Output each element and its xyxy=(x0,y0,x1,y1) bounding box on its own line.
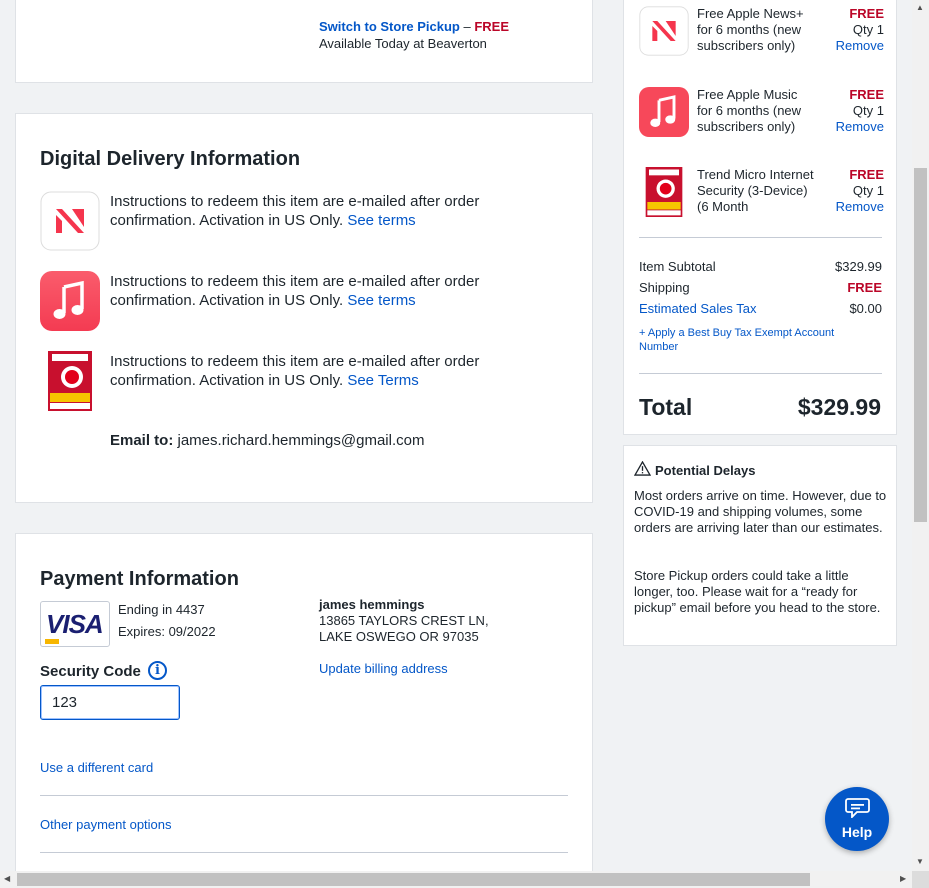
summary-item: Free Apple Music for 6 months (new subsc… xyxy=(639,87,884,139)
summary-item-name: Free Apple News+ for 6 months (new subsc… xyxy=(697,6,804,53)
tax-value: $0.00 xyxy=(849,301,882,316)
apple-news-icon xyxy=(40,191,100,251)
use-different-card-link[interactable]: Use a different card xyxy=(40,760,153,775)
see-terms-link[interactable]: See terms xyxy=(347,292,415,309)
billing-street: 13865 TAYLORS CREST LN, xyxy=(319,613,489,628)
card-ending: Ending in 4437 xyxy=(118,602,205,617)
summary-item-price: FREE xyxy=(849,167,884,182)
visa-card-logo: VISA xyxy=(40,601,110,647)
apple-music-icon xyxy=(40,271,100,331)
delays-paragraph: Most orders arrive on time. However, due… xyxy=(634,488,887,535)
summary-item-qty: Qty 1 xyxy=(852,183,884,198)
security-code-label: Security Code xyxy=(40,663,141,680)
help-button[interactable]: Help xyxy=(825,787,889,851)
scroll-right-arrow-icon[interactable]: ▶ xyxy=(900,874,906,883)
visa-logo-text: VISA xyxy=(46,609,104,639)
scrollbar-corner xyxy=(912,871,929,888)
email-value: james.richard.hemmings@gmail.com xyxy=(173,432,425,449)
divider xyxy=(639,373,882,374)
vertical-scrollbar[interactable]: ▲ ▼ xyxy=(912,0,929,871)
delays-paragraph: Store Pickup orders could take a little … xyxy=(634,568,881,615)
subtotal-row: Item Subtotal $329.99 xyxy=(639,259,882,274)
chat-bubble-icon xyxy=(845,798,870,818)
summary-item-price: FREE xyxy=(849,6,884,21)
pickup-free-label: FREE xyxy=(474,19,509,34)
see-terms-link[interactable]: See Terms xyxy=(347,372,418,389)
scroll-down-arrow-icon[interactable]: ▼ xyxy=(916,857,924,866)
potential-delays-title: Potential Delays xyxy=(655,463,756,478)
digital-item-text: Instructions to redeem this item are e-m… xyxy=(110,272,550,310)
pickup-line: Switch to Store Pickup – FREE xyxy=(319,19,509,34)
divider xyxy=(639,237,882,238)
digital-item-text: Instructions to redeem this item are e-m… xyxy=(110,352,550,390)
divider xyxy=(40,852,568,853)
summary-item: Trend Micro Internet Security (3-Device)… xyxy=(639,167,884,219)
scroll-left-arrow-icon[interactable]: ◀ xyxy=(4,874,10,883)
digital-delivery-card: Digital Delivery Information Instruction… xyxy=(15,113,593,503)
horizontal-scroll-thumb[interactable] xyxy=(17,873,810,886)
payment-information-title: Payment Information xyxy=(40,568,239,590)
dash-separator: – xyxy=(459,19,475,34)
digital-item: Instructions to redeem this item are e-m… xyxy=(40,191,560,251)
shipping-label: Shipping xyxy=(639,280,690,295)
security-code-input[interactable] xyxy=(40,685,180,720)
scroll-up-arrow-icon[interactable]: ▲ xyxy=(916,3,924,12)
see-terms-link[interactable]: See terms xyxy=(347,212,415,229)
apple-news-icon xyxy=(639,6,689,56)
summary-item-name: Trend Micro Internet Security (3-Device)… xyxy=(697,167,814,214)
card-expires: Expires: 09/2022 xyxy=(118,624,216,639)
remove-item-link[interactable]: Remove xyxy=(836,38,884,53)
help-label: Help xyxy=(841,824,873,840)
billing-name: james hemmings xyxy=(319,597,425,612)
update-billing-address-link[interactable]: Update billing address xyxy=(319,661,448,676)
summary-item-name: Free Apple Music for 6 months (new subsc… xyxy=(697,87,802,134)
total-value: $329.99 xyxy=(797,394,881,420)
billing-city: LAKE OSWEGO OR 97035 xyxy=(319,629,479,644)
total-label: Total xyxy=(639,394,693,420)
trend-micro-box-icon xyxy=(48,351,92,411)
divider xyxy=(40,795,568,796)
shipping-option-card: Switch to Store Pickup – FREE Available … xyxy=(15,0,593,83)
summary-item: Free Apple News+ for 6 months (new subsc… xyxy=(639,6,884,58)
tax-row: Estimated Sales Tax $0.00 xyxy=(639,301,882,316)
digital-delivery-title: Digital Delivery Information xyxy=(40,148,301,170)
potential-delays-card: Potential Delays Most orders arrive on t… xyxy=(623,445,897,646)
digital-item-text: Instructions to redeem this item are e-m… xyxy=(110,192,550,230)
summary-item-price: FREE xyxy=(849,87,884,102)
email-label: Email to: xyxy=(110,432,174,449)
horizontal-scrollbar[interactable]: ◀ ▶ xyxy=(0,871,912,888)
summary-item-qty: Qty 1 xyxy=(852,103,884,118)
digital-item-instructions: Instructions to redeem this item are e-m… xyxy=(110,353,480,389)
tax-exempt-link[interactable]: + Apply a Best Buy Tax Exempt Account Nu… xyxy=(639,326,859,354)
vertical-scroll-thumb[interactable] xyxy=(914,168,927,522)
digital-item-instructions: Instructions to redeem this item are e-m… xyxy=(110,273,480,309)
subtotal-label: Item Subtotal xyxy=(639,259,716,274)
shipping-row: Shipping FREE xyxy=(639,280,882,295)
visa-accent-bar xyxy=(45,639,59,644)
trend-micro-box-icon xyxy=(645,167,683,217)
apple-music-icon xyxy=(639,87,689,137)
summary-item-qty: Qty 1 xyxy=(852,22,884,37)
order-summary-card: Free Apple News+ for 6 months (new subsc… xyxy=(623,0,897,435)
digital-item-instructions: Instructions to redeem this item are e-m… xyxy=(110,193,480,229)
remove-item-link[interactable]: Remove xyxy=(836,199,884,214)
email-delivery-line: Email to: james.richard.hemmings@gmail.c… xyxy=(110,432,424,449)
payment-information-card: Payment Information VISA Ending in 4437 … xyxy=(15,533,593,888)
switch-to-pickup-link[interactable]: Switch to Store Pickup xyxy=(319,19,460,34)
other-payment-options-link[interactable]: Other payment options xyxy=(40,817,172,832)
pickup-availability: Available Today at Beaverton xyxy=(319,36,487,51)
remove-item-link[interactable]: Remove xyxy=(836,119,884,134)
digital-item: Instructions to redeem this item are e-m… xyxy=(40,351,560,411)
warning-icon xyxy=(634,461,651,476)
info-icon[interactable]: i xyxy=(148,661,167,680)
digital-item: Instructions to redeem this item are e-m… xyxy=(40,271,560,331)
estimated-sales-tax-link[interactable]: Estimated Sales Tax xyxy=(639,301,757,316)
shipping-value: FREE xyxy=(847,280,882,295)
subtotal-value: $329.99 xyxy=(835,259,882,274)
